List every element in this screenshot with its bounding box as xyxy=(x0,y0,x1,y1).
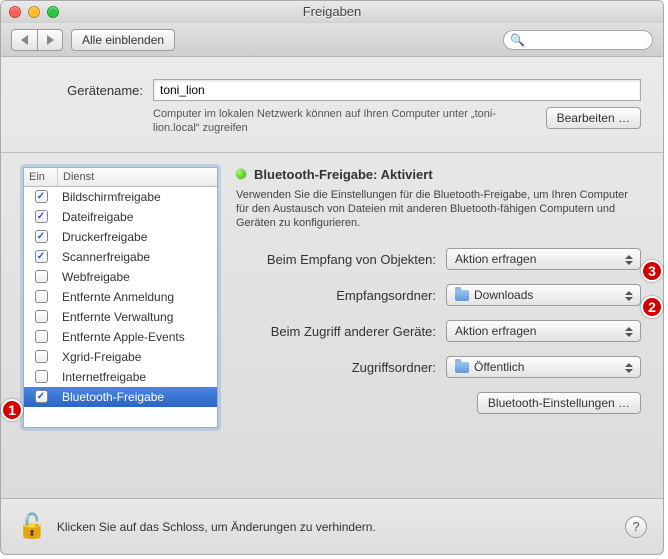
edit-button[interactable]: Bearbeiten … xyxy=(546,107,641,129)
service-label: Entfernte Apple-Events xyxy=(58,330,217,344)
traffic-lights xyxy=(9,6,59,18)
receive-folder-select[interactable]: Downloads xyxy=(446,284,641,306)
select-arrows-icon xyxy=(622,359,636,377)
service-label: Scannerfreigabe xyxy=(58,250,217,264)
services-header: Ein Dienst xyxy=(24,168,217,187)
bluetooth-settings-button[interactable]: Bluetooth-Einstellungen … xyxy=(477,392,641,414)
forward-button[interactable] xyxy=(37,29,63,51)
computer-name-label: Gerätename: xyxy=(23,83,143,98)
access-folder-select[interactable]: Öffentlich xyxy=(446,356,641,378)
service-checkbox[interactable]: ✓ xyxy=(35,390,48,403)
receive-action-value: Aktion erfragen xyxy=(455,252,536,266)
service-row[interactable]: Webfreigabe xyxy=(24,267,217,287)
folder-icon xyxy=(455,362,469,373)
lock-footer: 🔓 Klicken Sie auf das Schloss, um Änderu… xyxy=(1,498,663,554)
service-label: Entfernte Verwaltung xyxy=(58,310,217,324)
select-arrows-icon xyxy=(622,251,636,269)
annotation-1: 1 xyxy=(1,399,23,421)
service-checkbox[interactable] xyxy=(35,290,48,303)
receive-action-select[interactable]: Aktion erfragen xyxy=(446,248,641,270)
service-label: Dateifreigabe xyxy=(58,210,217,224)
service-row[interactable]: ✓ Druckerfreigabe xyxy=(24,227,217,247)
titlebar: Freigaben xyxy=(1,1,663,23)
service-checkbox[interactable] xyxy=(35,270,48,283)
chevron-right-icon xyxy=(47,35,54,45)
service-checkbox[interactable]: ✓ xyxy=(35,230,48,243)
service-checkbox[interactable]: ✓ xyxy=(35,210,48,223)
nav-segment xyxy=(11,29,63,51)
minimize-icon[interactable] xyxy=(28,6,40,18)
zoom-icon[interactable] xyxy=(47,6,59,18)
folder-icon xyxy=(455,290,469,301)
select-arrows-icon xyxy=(622,287,636,305)
status-dot-icon xyxy=(236,169,246,179)
lock-text: Klicken Sie auf das Schloss, um Änderung… xyxy=(57,520,376,534)
services-header-on[interactable]: Ein xyxy=(24,168,58,186)
service-row[interactable]: ✓ Bluetooth-Freigabe xyxy=(24,387,217,407)
service-label: Internetfreigabe xyxy=(58,370,217,384)
annotation-3: 3 xyxy=(641,260,663,282)
service-checkbox[interactable] xyxy=(35,330,48,343)
access-folder-value: Öffentlich xyxy=(474,360,524,374)
service-label: Bluetooth-Freigabe xyxy=(58,390,217,404)
service-checkbox[interactable] xyxy=(35,350,48,363)
service-checkbox[interactable]: ✓ xyxy=(35,250,48,263)
service-row[interactable]: ✓ Bildschirmfreigabe xyxy=(24,187,217,207)
close-icon[interactable] xyxy=(9,6,21,18)
service-row[interactable]: Xgrid-Freigabe xyxy=(24,347,217,367)
window-title: Freigaben xyxy=(303,4,362,19)
receive-action-label: Beim Empfang von Objekten: xyxy=(236,252,436,267)
service-row[interactable]: ✓ Dateifreigabe xyxy=(24,207,217,227)
service-label: Druckerfreigabe xyxy=(58,230,217,244)
divider xyxy=(1,152,663,153)
chevron-left-icon xyxy=(21,35,28,45)
computer-name-input[interactable] xyxy=(153,79,641,101)
service-row[interactable]: Entfernte Verwaltung xyxy=(24,307,217,327)
search-icon: 🔍 xyxy=(510,33,525,47)
search-input[interactable] xyxy=(529,34,646,46)
computer-name-description: Computer im lokalen Netzwerk können auf … xyxy=(153,107,534,136)
back-button[interactable] xyxy=(11,29,37,51)
service-row[interactable]: Entfernte Anmeldung xyxy=(24,287,217,307)
services-header-dienst[interactable]: Dienst xyxy=(58,168,217,186)
lock-icon[interactable]: 🔓 xyxy=(17,512,47,541)
content-area: Gerätename: Computer im lokalen Netzwerk… xyxy=(1,57,663,482)
annotation-2: 2 xyxy=(641,296,663,318)
service-label: Bildschirmfreigabe xyxy=(58,190,217,204)
service-detail-pane: Bluetooth-Freigabe: Aktiviert Verwenden … xyxy=(236,167,641,428)
service-label: Entfernte Anmeldung xyxy=(58,290,217,304)
toolbar: Alle einblenden 🔍 xyxy=(1,23,663,57)
receive-folder-value: Downloads xyxy=(474,288,533,302)
access-action-select[interactable]: Aktion erfragen xyxy=(446,320,641,342)
service-label: Webfreigabe xyxy=(58,270,217,284)
help-button[interactable]: ? xyxy=(625,516,647,538)
service-label: Xgrid-Freigabe xyxy=(58,350,217,364)
receive-folder-label: Empfangsordner: xyxy=(236,288,436,303)
service-row[interactable]: ✓ Scannerfreigabe xyxy=(24,247,217,267)
service-checkbox[interactable]: ✓ xyxy=(35,190,48,203)
access-folder-label: Zugriffsordner: xyxy=(236,360,436,375)
status-description: Verwenden Sie die Einstellungen für die … xyxy=(236,188,641,231)
status-title: Bluetooth-Freigabe: Aktiviert xyxy=(254,167,433,182)
service-row[interactable]: Internetfreigabe xyxy=(24,367,217,387)
access-action-label: Beim Zugriff anderer Geräte: xyxy=(236,324,436,339)
show-all-button[interactable]: Alle einblenden xyxy=(71,29,175,51)
service-row[interactable]: Entfernte Apple-Events xyxy=(24,327,217,347)
access-action-value: Aktion erfragen xyxy=(455,324,536,338)
service-checkbox[interactable] xyxy=(35,370,48,383)
select-arrows-icon xyxy=(622,323,636,341)
services-list[interactable]: Ein Dienst ✓ Bildschirmfreigabe ✓ Dateifrei… xyxy=(23,167,218,428)
sharing-prefs-window: Freigaben Alle einblenden 🔍 Gerätename: … xyxy=(0,0,664,555)
search-field[interactable]: 🔍 xyxy=(503,30,653,50)
service-checkbox[interactable] xyxy=(35,310,48,323)
